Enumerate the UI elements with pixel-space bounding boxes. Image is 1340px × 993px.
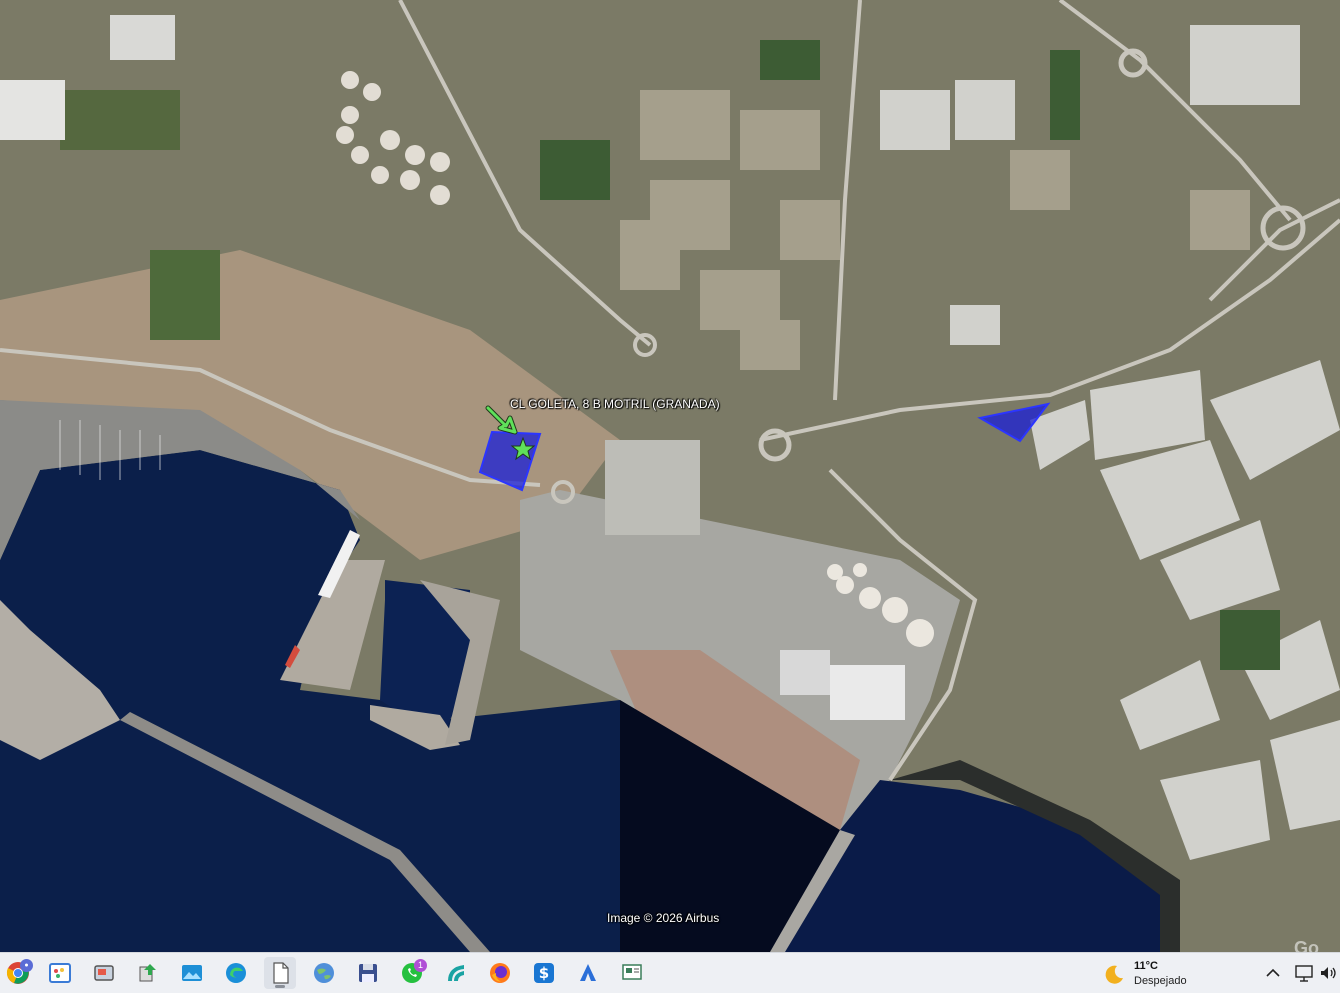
- map-logo-watermark: Go: [1294, 938, 1319, 952]
- app-wave-icon[interactable]: [440, 957, 472, 989]
- map-imagery: [0, 0, 1340, 952]
- placemark-label[interactable]: CL GOLETA, 8 B MOTRIL (GRANADA): [510, 397, 720, 411]
- chevron-up-icon[interactable]: [1263, 963, 1283, 983]
- moon-icon: [1105, 965, 1123, 984]
- whatsapp-notification-badge: 1: [414, 959, 427, 972]
- google-earth-icon[interactable]: [308, 957, 340, 989]
- imagery-attribution: Image © 2026 Airbus: [607, 911, 720, 925]
- file-transfer-icon[interactable]: [132, 957, 164, 989]
- edge-icon[interactable]: [220, 957, 252, 989]
- taskbar: ● 1 $ 11°C Despejado: [0, 952, 1340, 993]
- paint-icon[interactable]: [44, 957, 76, 989]
- presentation-icon[interactable]: [616, 957, 648, 989]
- volume-icon[interactable]: [1318, 963, 1338, 983]
- arrow-app-icon[interactable]: [572, 957, 604, 989]
- photos-icon[interactable]: [176, 957, 208, 989]
- chrome-icon[interactable]: ●: [2, 957, 34, 989]
- svg-text:$: $: [539, 964, 549, 982]
- snipping-tool-icon[interactable]: [88, 957, 120, 989]
- firefox-icon[interactable]: [484, 957, 516, 989]
- dollar-app-icon[interactable]: $: [528, 957, 560, 989]
- save-disk-icon[interactable]: [352, 957, 384, 989]
- satellite-map[interactable]: CL GOLETA, 8 B MOTRIL (GRANADA) Image © …: [0, 0, 1340, 952]
- document-icon[interactable]: [264, 957, 296, 989]
- network-icon[interactable]: [1294, 963, 1314, 983]
- whatsapp-icon[interactable]: 1: [396, 957, 428, 989]
- weather-condition: Despejado: [1134, 975, 1187, 987]
- weather-temperature: 11°C: [1134, 960, 1158, 972]
